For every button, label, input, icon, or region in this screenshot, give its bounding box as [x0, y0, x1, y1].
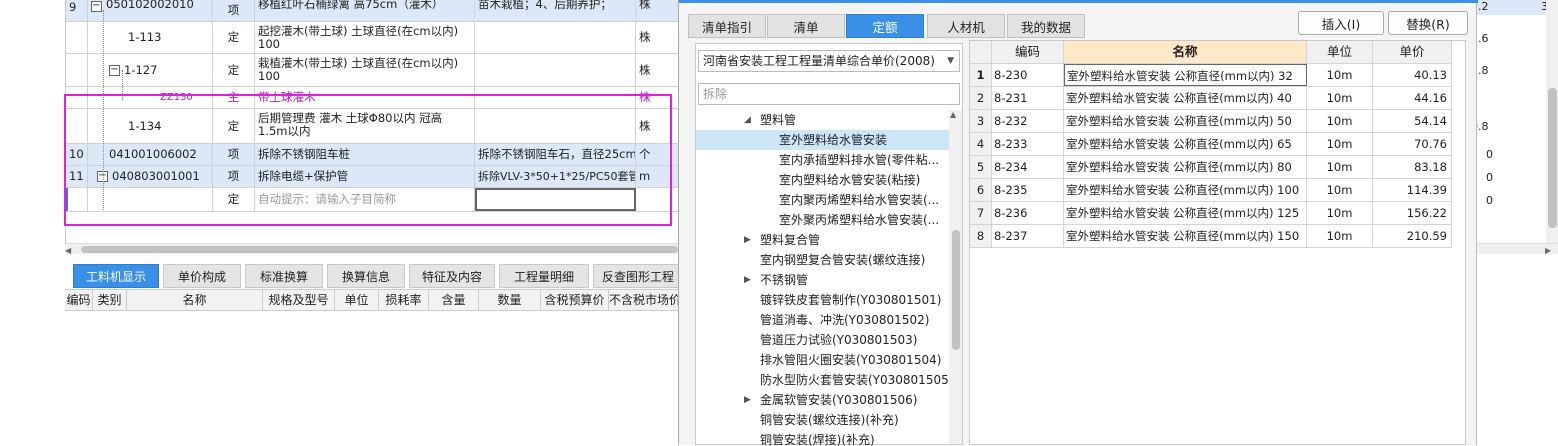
collapsed-icon[interactable]: ▶: [744, 270, 751, 290]
library-select-value: 河南省安装工程工程量清单综合单价(2008): [703, 54, 935, 68]
row-code: 050102002010: [106, 0, 194, 11]
scroll-up-icon[interactable]: ▲: [950, 110, 956, 119]
row-number: 9: [66, 0, 88, 21]
tree-node[interactable]: 室外聚丙烯塑料给水管安装(...: [779, 210, 939, 230]
row-code: 1-127: [124, 62, 158, 77]
extra-value: 0: [1486, 171, 1493, 184]
tab-reverse-lookup[interactable]: 反查图形工程: [593, 264, 683, 288]
tree-node[interactable]: 室内承插塑料排水管(零件粘...: [779, 150, 939, 170]
chevron-down-icon[interactable]: ▼: [947, 51, 954, 71]
column-header[interactable]: 不含税市场价: [609, 290, 679, 311]
tree-node[interactable]: ◢ 塑料管: [744, 110, 796, 130]
tree-scrollbar[interactable]: ▲: [949, 110, 962, 444]
tab-quota[interactable]: 定额: [846, 14, 924, 38]
row-unit: 株: [636, 54, 679, 86]
tree-node[interactable]: 室内聚丙烯塑料给水管安装(...: [779, 190, 939, 210]
row-name[interactable]: 起挖灌木(带土球) 土球直径(在cm以内) 100: [255, 22, 475, 53]
expanded-icon[interactable]: ◢: [744, 110, 751, 130]
tab-labor-material[interactable]: 工料机显示: [73, 264, 159, 288]
tree-node[interactable]: 铜管安装(螺纹连接)(补充): [760, 410, 899, 430]
table-row[interactable]: 5 8-234 室外塑料给水管安装 公称直径(mm以内) 80 10m 83.1…: [970, 156, 1452, 179]
column-header[interactable]: 编码: [65, 290, 93, 311]
collapsed-icon[interactable]: ▶: [744, 230, 751, 250]
tree-view: ◢ 塑料管 室外塑料给水管安装 室内承插塑料排水管(零件粘... 室内塑料给水管安…: [696, 110, 949, 446]
column-header[interactable]: 编码: [992, 41, 1064, 63]
row-code: 1-113: [88, 22, 213, 53]
table-row[interactable]: 8 8-237 室外塑料给水管安装 公称直径(mm以内) 150 10m 210…: [970, 225, 1452, 248]
table-header-row: 编码 名称 单位 单价: [970, 41, 1452, 64]
table-row[interactable]: 3 8-232 室外塑料给水管安装 公称直径(mm以内) 50 10m 54.1…: [970, 110, 1452, 133]
collapsed-icon[interactable]: ▶: [744, 390, 751, 410]
collapse-icon[interactable]: −: [109, 64, 120, 76]
tab-unit-price[interactable]: 单价构成: [163, 264, 241, 288]
column-header[interactable]: 数量: [479, 290, 541, 311]
table-row[interactable]: 1-113 定 起挖灌木(带土球) 土球直径(在cm以内) 100 株: [66, 22, 679, 54]
row-name[interactable]: 栽植灌木(带土球) 土球直径(在cm以内) 100: [255, 54, 475, 86]
column-header[interactable]: 类别: [93, 290, 127, 311]
tree-node[interactable]: 室内钢塑复合管安装(螺纹连接): [760, 250, 925, 270]
extra-value: 0: [1486, 194, 1493, 207]
tab-conversion-info[interactable]: 换算信息: [327, 264, 405, 288]
column-header[interactable]: 含量: [429, 290, 479, 311]
scrollbar-thumb[interactable]: [81, 246, 678, 253]
search-input[interactable]: 拆除: [698, 83, 960, 105]
tab-standard-conversion[interactable]: 标准换算: [245, 264, 323, 288]
collapse-icon[interactable]: −: [91, 1, 102, 12]
table-row[interactable]: 6 8-235 室外塑料给水管安装 公称直径(mm以内) 100 10m 114…: [970, 179, 1452, 202]
table-row[interactable]: 7 8-236 室外塑料给水管安装 公称直径(mm以内) 125 10m 156…: [970, 202, 1452, 225]
tree-node[interactable]: ▶ 塑料复合管: [744, 230, 820, 250]
row-name[interactable]: 移植红叶石楠绿篱 高75cm（灌木）: [255, 0, 475, 18]
column-header[interactable]: 含税预算价: [541, 290, 609, 311]
extra-value: 0: [1486, 148, 1493, 161]
table-row[interactable]: −1-127 定 栽植灌木(带土球) 土球直径(在cm以内) 100 株: [66, 54, 679, 87]
scrollbar-thumb[interactable]: [952, 230, 960, 350]
tree-node[interactable]: 排水管阻火圈安装(Y030801504): [760, 350, 941, 370]
column-header[interactable]: 规格及型号: [263, 290, 335, 311]
row-feature[interactable]: 苗木栽植；4、后期养护；: [475, 0, 636, 18]
column-header[interactable]: 名称: [1064, 41, 1307, 63]
bottom-tab-bar: 工料机显示 单价构成 标准换算 换算信息 特征及内容 工程量明细 反查图形工程: [65, 262, 683, 288]
table-row[interactable]: 1 8-230 室外塑料给水管安装 公称直径(mm以内) 32 10m 40.1…: [970, 64, 1452, 87]
table-row[interactable]: 9 −050102002010 项 移植红叶石楠绿篱 高75cm（灌木） 苗木栽…: [66, 0, 679, 22]
tree-node[interactable]: 室内塑料给水管安装(粘接): [779, 170, 920, 190]
column-header[interactable]: 损耗率: [379, 290, 429, 311]
tree-node-selected[interactable]: 室外塑料给水管安装: [696, 130, 949, 150]
bottom-grid-header: 编码 类别 名称 规格及型号 单位 损耗率 含量 数量 含税预算价 不含税市场价: [65, 289, 679, 311]
tree-pane: 河南省安装工程工程量清单综合单价(2008) ▼ 拆除 ◢ 塑料管 室外塑料给水管…: [695, 43, 963, 446]
table-row[interactable]: 4 8-233 室外塑料给水管安装 公称直径(mm以内) 65 10m 70.7…: [970, 133, 1452, 156]
row-unit: 株: [636, 22, 679, 53]
row-unit: 株: [636, 0, 679, 18]
insert-button[interactable]: 插入(I): [1298, 11, 1384, 35]
tree-node[interactable]: 铜管安装(焊接)(补充): [760, 430, 875, 446]
scroll-left-icon[interactable]: ◀: [65, 246, 71, 255]
tree-node[interactable]: 管道消毒、冲洗(Y030801502): [760, 310, 929, 330]
row-type: 定: [213, 54, 255, 86]
tab-features[interactable]: 特征及内容: [409, 264, 495, 288]
tab-bill-guide[interactable]: 清单指引: [688, 14, 766, 38]
scroll-right-icon[interactable]: ▶: [1545, 246, 1551, 255]
row-type: 定: [213, 22, 255, 53]
tab-quantity-detail[interactable]: 工程量明细: [499, 264, 589, 288]
library-select[interactable]: 河南省安装工程工程量清单综合单价(2008) ▼: [698, 50, 960, 72]
tree-node[interactable]: ▶ 不锈钢管: [744, 270, 808, 290]
quota-result-table: 编码 名称 单位 单价 1 8-230 室外塑料给水管安装 公称直径(mm以内)…: [969, 40, 1466, 445]
column-header[interactable]: 单位: [335, 290, 379, 311]
column-header[interactable]: 单位: [1307, 41, 1373, 63]
column-header[interactable]: 单价: [1373, 41, 1452, 63]
tab-bill[interactable]: 清单: [767, 14, 845, 38]
tree-node[interactable]: 镀锌铁皮套管制作(Y030801501): [760, 290, 941, 310]
scrollbar-thumb[interactable]: [1548, 88, 1557, 228]
selection-highlight: [64, 94, 672, 226]
tree-node[interactable]: 管道压力试验(Y030801503): [760, 330, 917, 350]
row-type: 项: [213, 0, 255, 21]
tree-node[interactable]: ▶ 金属软管安装(Y030801506): [744, 390, 917, 410]
tree-node[interactable]: 防水型防火套管安装(Y030801505): [760, 370, 949, 390]
tab-my-data[interactable]: 我的数据: [1007, 14, 1085, 38]
tab-labor-material-machine[interactable]: 人材机: [927, 14, 1005, 38]
table-row[interactable]: 2 8-231 室外塑料给水管安装 公称直径(mm以内) 40 10m 44.1…: [970, 87, 1452, 110]
column-header[interactable]: 名称: [127, 290, 263, 311]
vertical-scrollbar[interactable]: [1546, 0, 1558, 243]
replace-button[interactable]: 替换(R): [1388, 11, 1468, 35]
